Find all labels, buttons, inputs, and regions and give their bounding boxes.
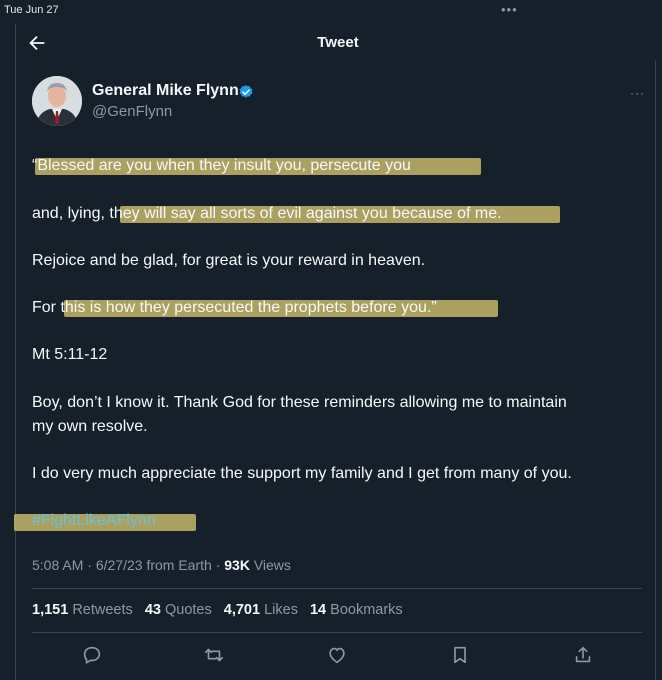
retweets-count: 1,151 <box>32 602 69 618</box>
divider <box>32 588 642 589</box>
tweet-source: from Earth <box>146 557 212 573</box>
views-count: 93K <box>224 557 250 573</box>
meta-separator: · <box>87 557 92 573</box>
retweets-label: Retweets <box>72 602 133 618</box>
meta-separator: · <box>215 557 221 573</box>
page-title: Tweet <box>317 34 359 51</box>
tweet-text-line: and, lying, they will say all sorts of e… <box>32 205 502 222</box>
engagement-stats: 1,151 Retweets 43 Quotes 4,701 Likes 14 … <box>32 602 411 618</box>
bookmarks-label: Bookmarks <box>330 602 403 618</box>
bookmarks-count: 14 <box>309 602 327 618</box>
left-divider <box>15 24 16 680</box>
author-handle[interactable]: @GenFlynn <box>92 103 172 120</box>
likes-label: Likes <box>264 602 298 618</box>
like-icon[interactable] <box>326 644 348 666</box>
retweet-icon[interactable] <box>203 644 225 666</box>
avatar-portrait-icon <box>32 76 82 126</box>
status-time: Tue Jun 27 <box>4 4 59 16</box>
tweet-time[interactable]: 5:08 AM <box>32 557 83 573</box>
hashtag-link[interactable]: #FightLikeAFlynn <box>32 512 156 530</box>
tweet-text-line: For this is how they persecuted the prop… <box>32 299 437 316</box>
tweet-text-line: I do very much appreciate the support my… <box>32 465 572 482</box>
tweet-text-line: Boy, don’t I know it. Thank God for thes… <box>32 394 567 411</box>
reply-icon[interactable] <box>81 644 103 666</box>
bookmarks-stat[interactable]: 14 Bookmarks <box>310 602 403 618</box>
share-icon[interactable] <box>572 644 594 666</box>
quotes-stat[interactable]: 43 Quotes <box>145 602 212 618</box>
tweet-header: Tweet <box>16 24 656 60</box>
author-name[interactable]: General Mike Flynn <box>92 82 239 100</box>
verified-badge-icon <box>239 85 253 98</box>
right-divider <box>655 60 656 680</box>
divider <box>32 632 642 633</box>
tweet-date[interactable]: 6/27/23 <box>96 557 143 573</box>
tweet-text-line: Mt 5:11-12 <box>32 346 108 363</box>
tweet-meta: 5:08 AM · 6/27/23 from Earth · 93K Views <box>32 557 291 573</box>
quotes-count: 43 <box>144 602 161 618</box>
bookmark-icon[interactable] <box>449 644 471 666</box>
tweet-actions <box>32 642 642 668</box>
likes-stat[interactable]: 4,701 Likes <box>224 602 298 618</box>
tweet-text-line: Rejoice and be glad, for great is your r… <box>32 252 426 269</box>
retweets-stat[interactable]: 1,151 Retweets <box>32 602 133 618</box>
more-options-icon[interactable]: ··· <box>630 86 645 100</box>
tweet-text-line: my own resolve. <box>32 418 148 435</box>
tweet-text-line: “Blessed are you when they insult you, p… <box>32 157 411 174</box>
views-label: Views <box>253 557 291 573</box>
likes-count: 4,701 <box>223 602 261 618</box>
status-bar: Tue Jun 27 ••• <box>0 0 662 24</box>
multitask-dots-icon[interactable]: ••• <box>501 2 518 17</box>
avatar[interactable] <box>32 76 82 126</box>
quotes-label: Quotes <box>164 602 212 618</box>
